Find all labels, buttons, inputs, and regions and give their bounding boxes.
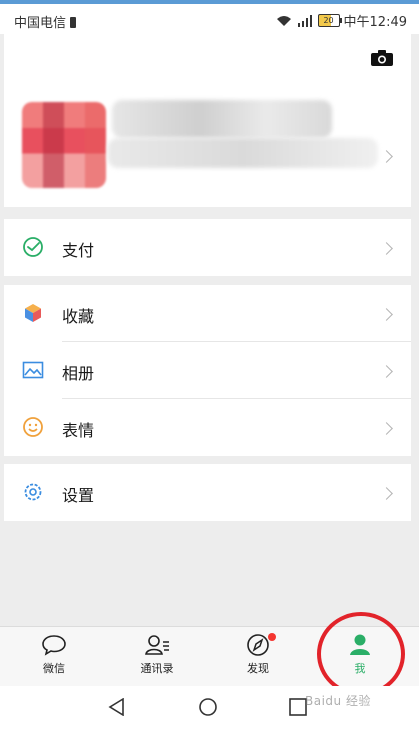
- chevron-right-icon: [380, 150, 393, 163]
- tab-chats[interactable]: 微信: [14, 633, 94, 676]
- tab-contacts-label: 通讯录: [140, 662, 174, 675]
- pay-section: 支付: [4, 219, 411, 276]
- tab-contacts[interactable]: 通讯录: [117, 633, 197, 676]
- tab-discover[interactable]: 发现: [218, 633, 298, 676]
- chevron-right-icon: [380, 365, 393, 378]
- camera-icon[interactable]: [371, 50, 393, 70]
- back-icon[interactable]: [108, 698, 126, 716]
- cube-icon: [25, 304, 41, 322]
- wifi-icon: [276, 15, 291, 26]
- chat-bubble-icon: [42, 635, 66, 656]
- blurred-wechat-id: [108, 138, 378, 168]
- tab-discover-label: 发现: [247, 662, 269, 675]
- chevron-right-icon: [380, 422, 393, 435]
- gear-icon: [24, 483, 42, 501]
- signal-icon: [297, 14, 312, 27]
- profile-header[interactable]: [4, 34, 411, 207]
- status-right: 20 中午12:49: [276, 11, 407, 30]
- notification-dot: [268, 633, 276, 641]
- chevron-right-icon: [380, 308, 393, 321]
- contacts-icon: [145, 635, 169, 655]
- sim-icon: [70, 17, 77, 28]
- smiley-icon: [23, 417, 43, 437]
- watermark: Baidu 经验: [305, 694, 371, 708]
- chevron-right-icon: [380, 242, 393, 255]
- image-icon: [22, 361, 44, 379]
- system-navigation-bar: Baidu 经验: [0, 686, 419, 733]
- carrier-label: 中国电信: [14, 12, 77, 31]
- menu-item-pay[interactable]: 支付: [4, 219, 411, 276]
- menu-item-pay-label: 支付: [62, 241, 95, 260]
- chevron-right-icon: [380, 487, 393, 500]
- menu-item-album[interactable]: 相册: [4, 342, 411, 399]
- collection-section: 收藏 相册 表情: [4, 285, 411, 456]
- avatar[interactable]: [22, 102, 106, 188]
- wallet-icon: [23, 237, 43, 257]
- menu-item-settings-label: 设置: [62, 486, 95, 505]
- menu-item-stickers[interactable]: 表情: [4, 399, 411, 456]
- highlight-circle: [317, 612, 405, 696]
- menu-item-album-label: 相册: [62, 364, 95, 383]
- battery-icon: 20: [317, 14, 342, 27]
- blurred-nickname: [112, 100, 332, 138]
- menu-item-stickers-label: 表情: [62, 421, 95, 440]
- menu-item-settings[interactable]: 设置: [4, 464, 411, 521]
- menu-item-favorites[interactable]: 收藏: [4, 285, 411, 342]
- settings-section: 设置: [4, 464, 411, 521]
- clock: 中午12:49: [343, 15, 407, 30]
- home-icon[interactable]: [198, 697, 218, 717]
- status-bar: 中国电信 20 中午12:49: [0, 4, 419, 34]
- tab-chats-label: 微信: [43, 662, 65, 675]
- menu-item-favorites-label: 收藏: [62, 307, 95, 326]
